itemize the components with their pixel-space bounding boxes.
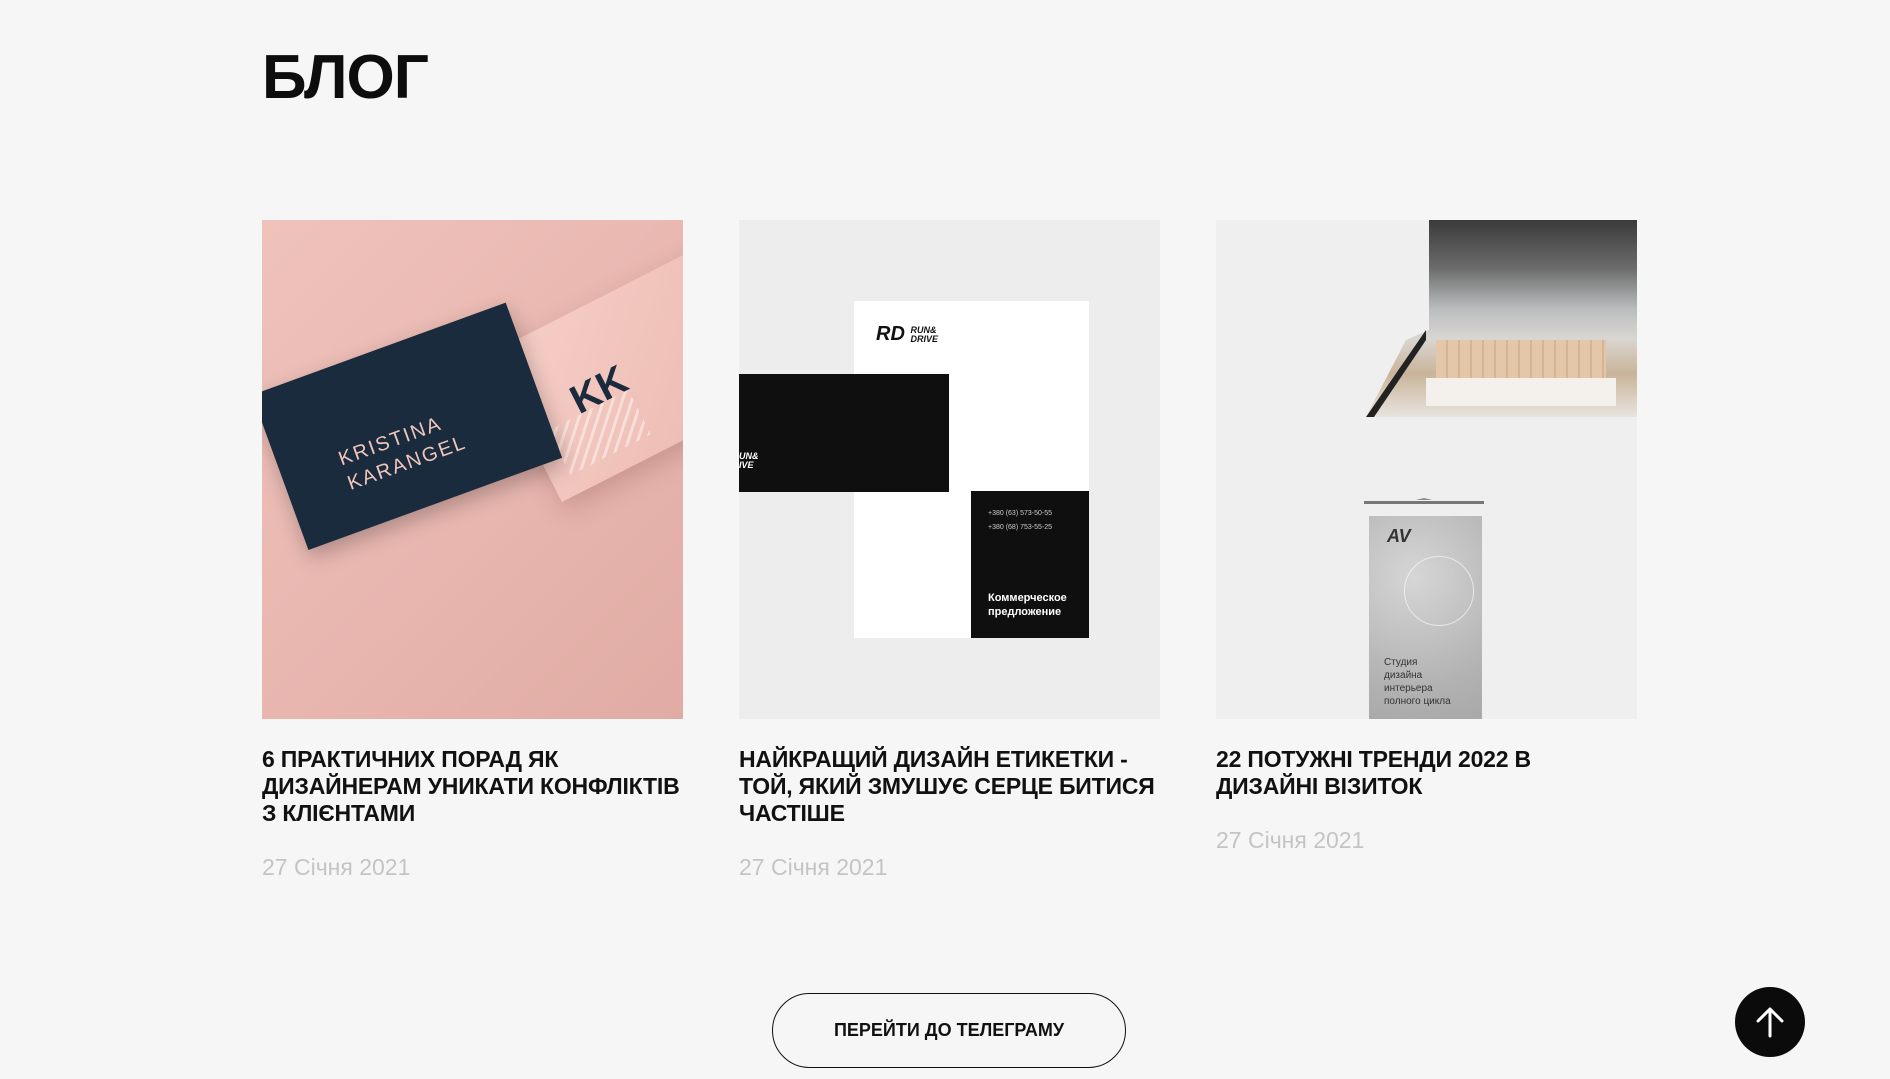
- banner-text: Студия дизайна интерьера полного цикла: [1384, 657, 1451, 707]
- offer-card: +380 (63) 573-50-55 +380 (68) 753-55-25 …: [971, 491, 1089, 638]
- blog-card[interactable]: AV Студия дизайна интерьера полного цикл…: [1216, 220, 1637, 881]
- blog-cards: KK KRISTINA KARANGEL 6 практичних порад …: [262, 220, 1637, 881]
- hanging-banner: AV Студия дизайна интерьера полного цикл…: [1369, 516, 1482, 719]
- post-image[interactable]: AV Студия дизайна интерьера полного цикл…: [1216, 220, 1637, 719]
- post-image[interactable]: KK KRISTINA KARANGEL: [262, 220, 683, 719]
- bed-sheet: [1426, 378, 1616, 406]
- blog-card[interactable]: KK KRISTINA KARANGEL 6 практичних порад …: [262, 220, 683, 881]
- phone-2: +380 (68) 753-55-25: [988, 524, 1053, 531]
- blog-card[interactable]: RD RUN& DRIVE UN& IVE +380 (63) 573-50-5…: [739, 220, 1160, 881]
- rd-logo: RD RUN& DRIVE: [876, 323, 944, 346]
- banner-rod: [1364, 501, 1484, 504]
- logo-sub: RUN& DRIVE: [910, 324, 938, 344]
- telegram-button[interactable]: ПЕРЕЙТИ ДО ТЕЛЕГРАМУ: [772, 993, 1126, 1068]
- post-image[interactable]: RD RUN& DRIVE UN& IVE +380 (63) 573-50-5…: [739, 220, 1160, 719]
- post-title[interactable]: Найкращий дизайн етикетки - той, який зм…: [739, 746, 1160, 827]
- bed-headboard: [1436, 340, 1606, 382]
- business-card-front: KRISTINA KARANGEL: [262, 302, 563, 551]
- post-title[interactable]: 6 практичних порад як дизайнерам уникати…: [262, 746, 683, 827]
- post-date: 27 Січня 2021: [1216, 827, 1365, 853]
- phone-list: +380 (63) 573-50-55 +380 (68) 753-55-25: [988, 507, 1052, 535]
- arrow-up-icon: [1756, 1007, 1784, 1038]
- card-fragment: UN& IVE: [739, 451, 759, 470]
- post-title[interactable]: 22 потужні тренди 2022 в дизайні візиток: [1216, 746, 1637, 800]
- post-date: 27 Січня 2021: [262, 854, 411, 880]
- phone-1: +380 (63) 573-50-55: [988, 510, 1053, 517]
- logo-mark: RD: [876, 323, 905, 345]
- post-date: 27 Січня 2021: [739, 854, 888, 880]
- banner-logo: AV: [1387, 526, 1411, 546]
- offer-text: Коммерческое предложение: [988, 592, 1067, 618]
- black-card: UN& IVE: [739, 374, 949, 492]
- banner-circle: [1404, 556, 1474, 626]
- scroll-top-button[interactable]: [1735, 987, 1805, 1057]
- page-title: БЛОГ: [262, 43, 429, 112]
- card-brand-name: KRISTINA KARANGEL: [335, 413, 470, 495]
